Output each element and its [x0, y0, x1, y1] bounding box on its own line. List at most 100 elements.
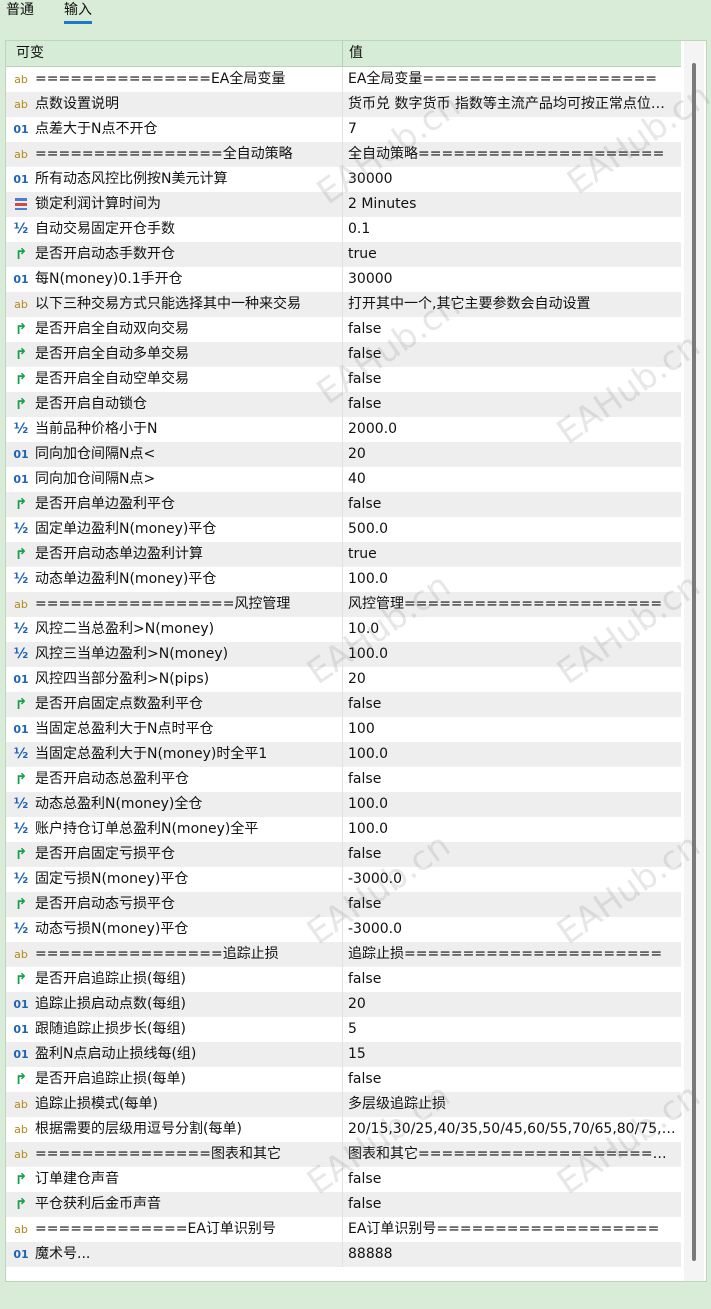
parameter-value[interactable]: true [348, 242, 676, 267]
table-row[interactable]: ab 追踪止损模式(每单) 多层级追踪止损 [6, 1092, 681, 1117]
table-row[interactable]: ab ================全自动策略 全自动策略============… [6, 142, 681, 167]
parameter-value[interactable]: 7 [348, 117, 676, 142]
parameter-value[interactable]: -3000.0 [348, 867, 676, 892]
parameter-value[interactable]: 2000.0 [348, 417, 676, 442]
table-row[interactable]: ½ 动态亏损N(money)平仓 -3000.0 [6, 917, 681, 942]
parameter-value[interactable]: 全自动策略===================== [348, 142, 676, 167]
table-row[interactable]: 01 追踪止损启动点数(每组) 20 [6, 992, 681, 1017]
table-row[interactable]: 01 盈利N点启动止损线每(组) 15 [6, 1042, 681, 1067]
parameter-value[interactable]: false [348, 1067, 676, 1092]
table-row[interactable]: ↱ 是否开启全自动双向交易 false [6, 317, 681, 342]
table-row[interactable]: ab =================风控管理 风控管理=============… [6, 592, 681, 617]
parameter-value[interactable]: false [348, 392, 676, 417]
tab-general[interactable]: 普通 [6, 0, 34, 24]
table-row[interactable]: ½ 风控三当单边盈利>N(money) 100.0 [6, 642, 681, 667]
table-row[interactable]: ↱ 是否开启追踪止损(每组) false [6, 967, 681, 992]
table-row[interactable]: 锁定利润计算时间为 2 Minutes [6, 192, 681, 217]
table-row[interactable]: ↱ 是否开启追踪止损(每单) false [6, 1067, 681, 1092]
table-row[interactable]: ab ===============EA全局变量 EA全局变量===========… [6, 67, 681, 92]
parameter-value[interactable]: 20/15,30/25,40/35,50/45,60/55,70/65,80/7… [348, 1117, 676, 1142]
parameter-value[interactable]: 15 [348, 1042, 676, 1067]
table-row[interactable]: ab ===============图表和其它 图表和其它=============… [6, 1142, 681, 1167]
parameter-value[interactable]: false [348, 892, 676, 917]
table-row[interactable]: ½ 当前品种价格小于N 2000.0 [6, 417, 681, 442]
parameter-value[interactable]: 100.0 [348, 742, 676, 767]
column-divider[interactable] [342, 41, 343, 66]
parameter-value[interactable]: 图表和其它====================== [348, 1142, 676, 1167]
table-row[interactable]: ↱ 是否开启自动锁仓 false [6, 392, 681, 417]
table-row[interactable]: ½ 动态总盈利N(money)全仓 100.0 [6, 792, 681, 817]
parameter-value[interactable]: 20 [348, 442, 676, 467]
parameter-value[interactable]: 2 Minutes [348, 192, 676, 217]
table-row[interactable]: ½ 当固定总盈利大于N(money)时全平1 100.0 [6, 742, 681, 767]
table-row[interactable]: 01 每N(money)0.1手开仓 30000 [6, 267, 681, 292]
table-row[interactable]: 01 风控四当部分盈利>N(pips) 20 [6, 667, 681, 692]
parameter-value[interactable]: 20 [348, 992, 676, 1017]
table-row[interactable]: ↱ 是否开启动态单边盈利计算 true [6, 542, 681, 567]
parameter-value[interactable]: -3000.0 [348, 917, 676, 942]
table-row[interactable]: ↱ 是否开启固定点数盈利平仓 false [6, 692, 681, 717]
parameter-value[interactable]: 追踪止损====================== [348, 942, 676, 967]
parameter-value[interactable]: EA订单识别号=================== [348, 1217, 676, 1242]
table-row[interactable]: ↱ 是否开启全自动多单交易 false [6, 342, 681, 367]
table-row[interactable]: ½ 账户持仓订单总盈利N(money)全平 100.0 [6, 817, 681, 842]
table-row[interactable]: 01 当固定总盈利大于N点时平仓 100 [6, 717, 681, 742]
parameter-value[interactable]: 30000 [348, 167, 676, 192]
parameter-value[interactable]: 100.0 [348, 817, 676, 842]
scrollbar-thumb[interactable] [692, 63, 696, 1261]
table-row[interactable]: 01 同向加仓间隔N点< 20 [6, 442, 681, 467]
parameter-value[interactable]: true [348, 542, 676, 567]
table-row[interactable]: ↱ 是否开启固定亏损平仓 false [6, 842, 681, 867]
table-row[interactable]: 01 跟随追踪止损步长(每组) 5 [6, 1017, 681, 1042]
table-row[interactable]: ab =============EA订单识别号 EA订单识别号===========… [6, 1217, 681, 1242]
table-row[interactable]: ½ 风控二当总盈利>N(money) 10.0 [6, 617, 681, 642]
parameter-value[interactable]: 风控管理====================== [348, 592, 676, 617]
table-row[interactable]: ↱ 是否开启单边盈利平仓 false [6, 492, 681, 517]
table-row[interactable]: 01 点差大于N点不开仓 7 [6, 117, 681, 142]
parameter-value[interactable]: 100.0 [348, 642, 676, 667]
column-header-value[interactable]: 值 [349, 41, 363, 66]
parameter-value[interactable]: 500.0 [348, 517, 676, 542]
parameter-value[interactable]: false [348, 767, 676, 792]
table-row[interactable]: ½ 自动交易固定开仓手数 0.1 [6, 217, 681, 242]
parameter-value[interactable]: false [348, 842, 676, 867]
table-row[interactable]: ↱ 是否开启动态手数开仓 true [6, 242, 681, 267]
parameter-value[interactable]: 10.0 [348, 617, 676, 642]
table-row[interactable]: ½ 动态单边盈利N(money)平仓 100.0 [6, 567, 681, 592]
parameter-value[interactable]: false [348, 317, 676, 342]
table-row[interactable]: ↱ 平仓获利后金币声音 false [6, 1192, 681, 1217]
table-row[interactable]: ½ 固定亏损N(money)平仓 -3000.0 [6, 867, 681, 892]
parameter-value[interactable]: 100.0 [348, 792, 676, 817]
table-row[interactable]: ab 以下三种交易方式只能选择其中一种来交易 打开其中一个,其它主要参数会自动设置 [6, 292, 681, 317]
table-row[interactable]: ab 根据需要的层级用逗号分割(每单) 20/15,30/25,40/35,50/4… [6, 1117, 681, 1142]
table-row[interactable]: 01 所有动态风控比例按N美元计算 30000 [6, 167, 681, 192]
parameter-value[interactable]: false [348, 967, 676, 992]
parameter-value[interactable]: 货币兑 数字货币 指数等主流产品均可按正常点位设置 [348, 92, 676, 117]
table-row[interactable]: 01 同向加仓间隔N点> 40 [6, 467, 681, 492]
parameter-value[interactable]: 5 [348, 1017, 676, 1042]
table-row[interactable]: ab ================追踪止损 追踪止损==============… [6, 942, 681, 967]
table-row[interactable]: ↱ 是否开启动态总盈利平仓 false [6, 767, 681, 792]
table-row[interactable]: ↱ 订单建仓声音 false [6, 1167, 681, 1192]
parameter-value[interactable]: false [348, 1167, 676, 1192]
parameter-value[interactable]: 0.1 [348, 217, 676, 242]
parameter-value[interactable]: false [348, 1192, 676, 1217]
parameter-value[interactable]: 20 [348, 667, 676, 692]
table-row[interactable]: ↱ 是否开启全自动空单交易 false [6, 367, 681, 392]
parameter-value[interactable]: EA全局变量==================== [348, 67, 676, 92]
column-header-variable[interactable]: 可变 [16, 41, 44, 66]
parameter-value[interactable]: 40 [348, 467, 676, 492]
table-row[interactable]: ↱ 是否开启动态亏损平仓 false [6, 892, 681, 917]
parameter-value[interactable]: 30000 [348, 267, 676, 292]
parameter-value[interactable]: 多层级追踪止损 [348, 1092, 676, 1117]
parameter-value[interactable]: 100 [348, 717, 676, 742]
tab-inputs[interactable]: 输入 [64, 0, 92, 24]
vertical-scrollbar[interactable] [684, 41, 704, 1281]
parameter-value[interactable]: false [348, 367, 676, 392]
parameter-value[interactable]: 打开其中一个,其它主要参数会自动设置 [348, 292, 676, 317]
parameter-value[interactable]: false [348, 492, 676, 517]
parameter-value[interactable]: 100.0 [348, 567, 676, 592]
parameter-value[interactable]: 88888 [348, 1242, 676, 1267]
table-row[interactable]: ab 点数设置说明 货币兑 数字货币 指数等主流产品均可按正常点位设置 [6, 92, 681, 117]
table-row[interactable]: 01 魔术号... 88888 [6, 1242, 681, 1267]
